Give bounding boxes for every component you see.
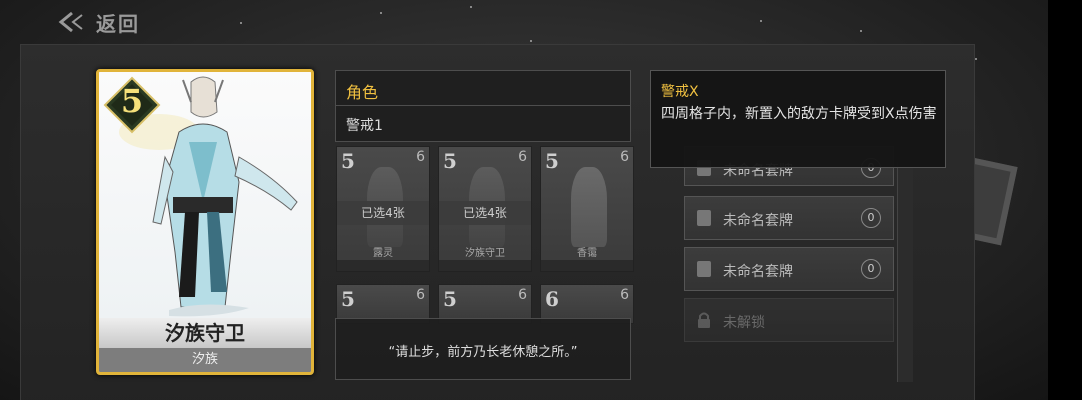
card-name: 汐族守卫	[465, 248, 505, 259]
card-cost: 5	[341, 287, 355, 311]
deck-count: 0	[861, 208, 881, 228]
deck-label: 未命名套牌	[723, 213, 793, 229]
card-name: 汐族守卫	[99, 318, 311, 348]
card-cost: 5	[545, 149, 559, 173]
tooltip-title: 警戒X	[661, 84, 699, 100]
deck-slot-locked[interactable]: 未解锁	[684, 298, 894, 342]
card-attack: 6	[620, 149, 629, 165]
grid-card[interactable]: 5 6 已选4张 汐族守卫	[438, 146, 532, 272]
back-label: 返回	[96, 11, 140, 36]
card-cost: 6	[545, 287, 559, 311]
deck-slot[interactable]: 未命名套牌 0	[684, 247, 894, 291]
back-button[interactable]: 返回	[58, 8, 140, 36]
card-attack: 6	[416, 149, 425, 165]
flavor-text-panel: “请止步，前方乃长老休憩之所。”	[335, 318, 631, 380]
skill-row[interactable]: 警戒1	[335, 106, 631, 142]
card-cost: 5	[341, 149, 355, 173]
card-cost: 5	[443, 149, 457, 173]
card-clan-bar	[439, 260, 531, 271]
flavor-quote: “请止步，前方乃长老休憩之所。”	[388, 345, 578, 360]
grid-card[interactable]: 5 6 已选4张 露灵	[336, 146, 430, 272]
deck-label: 未命名套牌	[723, 264, 793, 280]
card-attack: 6	[620, 287, 629, 303]
card-attack: 6	[518, 287, 527, 303]
deck-count: 0	[861, 259, 881, 279]
selected-count: 已选4张	[337, 201, 429, 225]
card-clan: 汐族	[99, 348, 311, 372]
grid-card[interactable]: 5 6 香霭	[540, 146, 634, 272]
keyword-tooltip: 警戒X 四周格子内，新置入的敌方卡牌受到X点伤害	[650, 70, 946, 168]
card-cost: 5	[120, 82, 144, 120]
skill-label: 警戒1	[346, 118, 383, 134]
card-clan-bar	[541, 260, 633, 271]
deck-list-scrollbar[interactable]	[897, 162, 913, 382]
deck-label: 未解锁	[723, 315, 765, 331]
tooltip-description: 四周格子内，新置入的敌方卡牌受到X点伤害	[661, 106, 937, 122]
deck-icon	[697, 261, 711, 277]
back-arrow-icon	[58, 11, 83, 33]
card-attack: 6	[416, 287, 425, 303]
card-cost: 5	[443, 287, 457, 311]
card-name: 露灵	[373, 248, 393, 259]
card-clan-bar	[337, 260, 429, 271]
deck-icon	[697, 210, 711, 226]
role-header: 角色	[335, 70, 631, 106]
role-label: 角色	[346, 83, 379, 102]
side-border	[1048, 0, 1082, 400]
lock-icon	[698, 312, 710, 328]
selected-count: 已选4张	[439, 201, 531, 225]
card-art	[571, 167, 607, 247]
deck-slot[interactable]: 未命名套牌 0	[684, 196, 894, 240]
card-name: 香霭	[577, 248, 597, 259]
selected-card[interactable]: 5 汐族守卫 汐族	[96, 69, 314, 375]
card-attack: 6	[518, 149, 527, 165]
